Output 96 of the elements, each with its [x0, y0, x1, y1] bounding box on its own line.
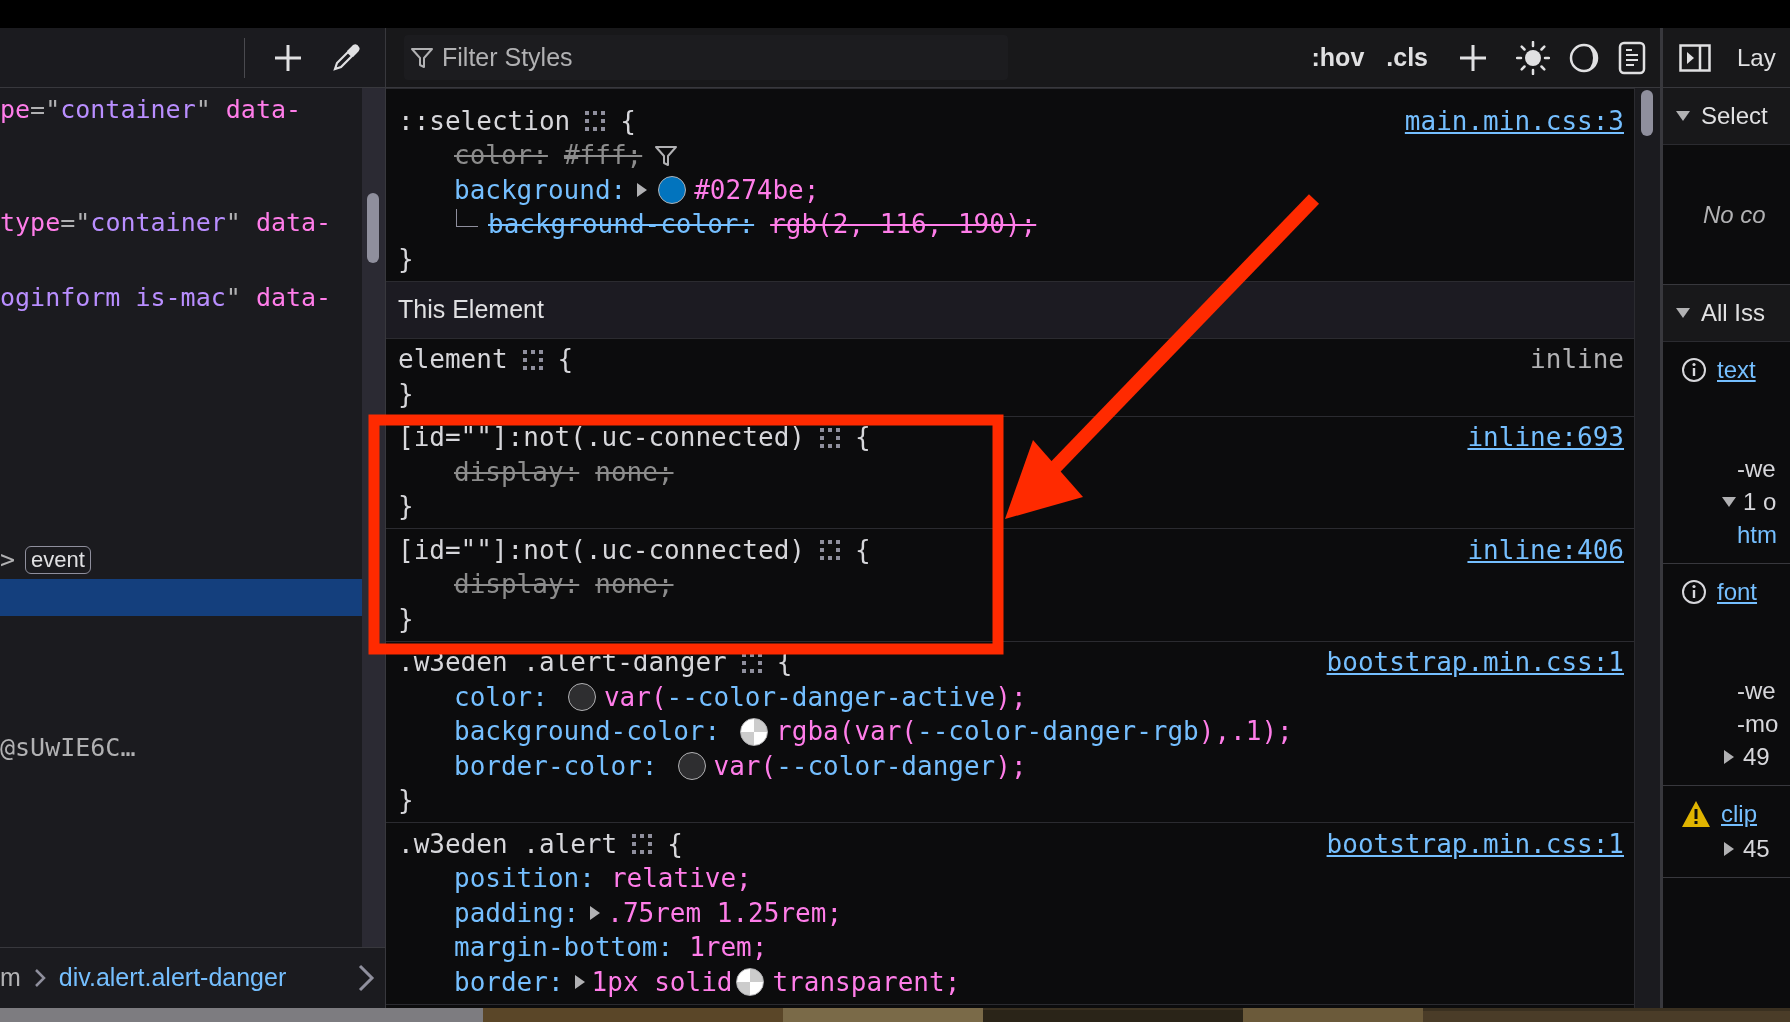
brace: {	[855, 533, 871, 567]
css-selector: .w3eden .alert	[398, 827, 618, 861]
css-value: transparent;	[772, 965, 961, 999]
sidebar-toggle-icon[interactable]	[1679, 43, 1711, 72]
css-value: 1px solid	[591, 965, 733, 999]
brace: {	[667, 827, 683, 861]
scroll-right-icon	[357, 963, 375, 993]
brace: }	[398, 490, 414, 524]
issue-count: 49	[1743, 741, 1770, 772]
css-selector: [id=""]:not(.uc-connected)	[398, 421, 805, 455]
markup-line: type="container" data-	[0, 206, 332, 239]
css-value: 1rem;	[689, 931, 768, 965]
grid-icon[interactable]	[584, 110, 607, 133]
brace: }	[398, 602, 414, 636]
issue-link[interactable]: clip	[1721, 796, 1757, 832]
document-icon[interactable]	[1618, 40, 1646, 75]
css-property: border:	[454, 965, 564, 999]
css-property: background-color:	[454, 715, 721, 749]
css-property: display:	[454, 568, 580, 602]
markup-line: pe="container" data-	[0, 94, 302, 126]
filter-icon	[410, 45, 434, 70]
markup-line: @sUwIE6C…	[0, 731, 136, 764]
css-property: padding:	[454, 896, 580, 930]
panel-tab[interactable]: Lay	[1737, 39, 1776, 76]
css-property: position:	[454, 862, 595, 896]
filter-input[interactable]: Filter Styles	[442, 38, 1002, 77]
grid-icon[interactable]	[521, 348, 544, 371]
color-swatch[interactable]	[658, 176, 687, 205]
css-value: rgb(2, 116, 190);	[770, 208, 1037, 242]
css-property: background:	[454, 173, 627, 207]
css-value: .75rem 1.25rem;	[607, 896, 843, 930]
breadcrumb[interactable]: div.alert.alert-danger	[58, 959, 287, 997]
issue-text: -we	[1737, 453, 1776, 484]
brace: }	[398, 242, 414, 276]
breadcrumb[interactable]: m	[0, 959, 21, 997]
grid-icon[interactable]	[631, 833, 654, 856]
css-value: none;	[595, 455, 674, 489]
color-swatch[interactable]	[677, 752, 706, 781]
section-header: This Element	[386, 281, 1634, 339]
css-selector: element	[398, 343, 508, 377]
issue-link[interactable]: font	[1717, 574, 1758, 610]
info-icon	[1681, 357, 1707, 383]
grid-icon[interactable]	[819, 426, 841, 449]
chevron-icon	[32, 967, 47, 989]
origin-label: inline	[1530, 343, 1624, 377]
plus-icon[interactable]	[273, 42, 303, 73]
css-property: background-color:	[488, 208, 755, 242]
css-value: #fff;	[563, 139, 643, 173]
color-swatch[interactable]	[736, 968, 765, 997]
pseudo-class-toggle[interactable]: .cls	[1384, 38, 1430, 77]
issue-count: 45	[1743, 833, 1770, 864]
scrollbar-thumb[interactable]	[1641, 90, 1653, 136]
css-value: var(--color-danger-active);	[603, 680, 1027, 714]
brace: }	[398, 377, 414, 411]
issue-count: 1 o	[1743, 486, 1777, 517]
css-property: color:	[454, 139, 548, 173]
css-property: border-color:	[454, 749, 658, 783]
issue-text: -mo	[1737, 708, 1779, 739]
css-property: color:	[454, 680, 548, 714]
source-link[interactable]: bootstrap.min.css:1	[1326, 643, 1624, 683]
css-value: relative;	[610, 862, 752, 896]
css-property: margin-bottom:	[454, 931, 674, 965]
source-link[interactable]: inline:406	[1467, 530, 1624, 570]
source-link[interactable]: bootstrap.min.css:1	[1326, 824, 1624, 864]
css-value: none;	[595, 568, 674, 602]
issue-link[interactable]: text	[1717, 352, 1756, 388]
brace: {	[855, 421, 871, 455]
info-icon	[1681, 579, 1707, 605]
grid-icon[interactable]	[819, 539, 841, 562]
css-value: var(--color-danger);	[713, 749, 1027, 783]
css-property: display:	[454, 455, 580, 489]
color-swatch[interactable]	[567, 683, 596, 712]
css-value: #0274be;	[694, 173, 820, 207]
brace: {	[620, 104, 636, 138]
filter-styles-field[interactable]: Filter Styles	[404, 34, 1008, 81]
markup-line: >	[0, 544, 16, 576]
pseudo-class-toggle[interactable]: :hov	[1309, 38, 1367, 77]
event-badge[interactable]: event	[25, 545, 91, 574]
issue-text: -we	[1737, 675, 1776, 706]
css-value: rgba(var(--color-danger-rgb),.1);	[776, 715, 1293, 749]
issue-source-link[interactable]: htm	[1737, 516, 1777, 553]
brace: }	[398, 784, 414, 818]
markup-line: oginform is-mac" data-	[0, 281, 332, 314]
connector-line	[456, 208, 478, 227]
contrast-icon[interactable]	[1568, 41, 1600, 74]
sun-icon[interactable]	[1516, 40, 1550, 75]
eyedropper-icon[interactable]	[331, 42, 361, 73]
css-selector: [id=""]:not(.uc-connected)	[398, 533, 805, 567]
source-link[interactable]: main.min.css:3	[1404, 101, 1624, 141]
css-selector: ::selection	[398, 104, 571, 138]
warning-icon	[1681, 800, 1711, 828]
source-link[interactable]: inline:693	[1467, 418, 1624, 458]
scrollbar-thumb[interactable]	[367, 193, 379, 263]
brace: {	[557, 343, 574, 377]
color-swatch[interactable]	[740, 717, 769, 746]
plus-icon[interactable]	[1458, 42, 1488, 73]
